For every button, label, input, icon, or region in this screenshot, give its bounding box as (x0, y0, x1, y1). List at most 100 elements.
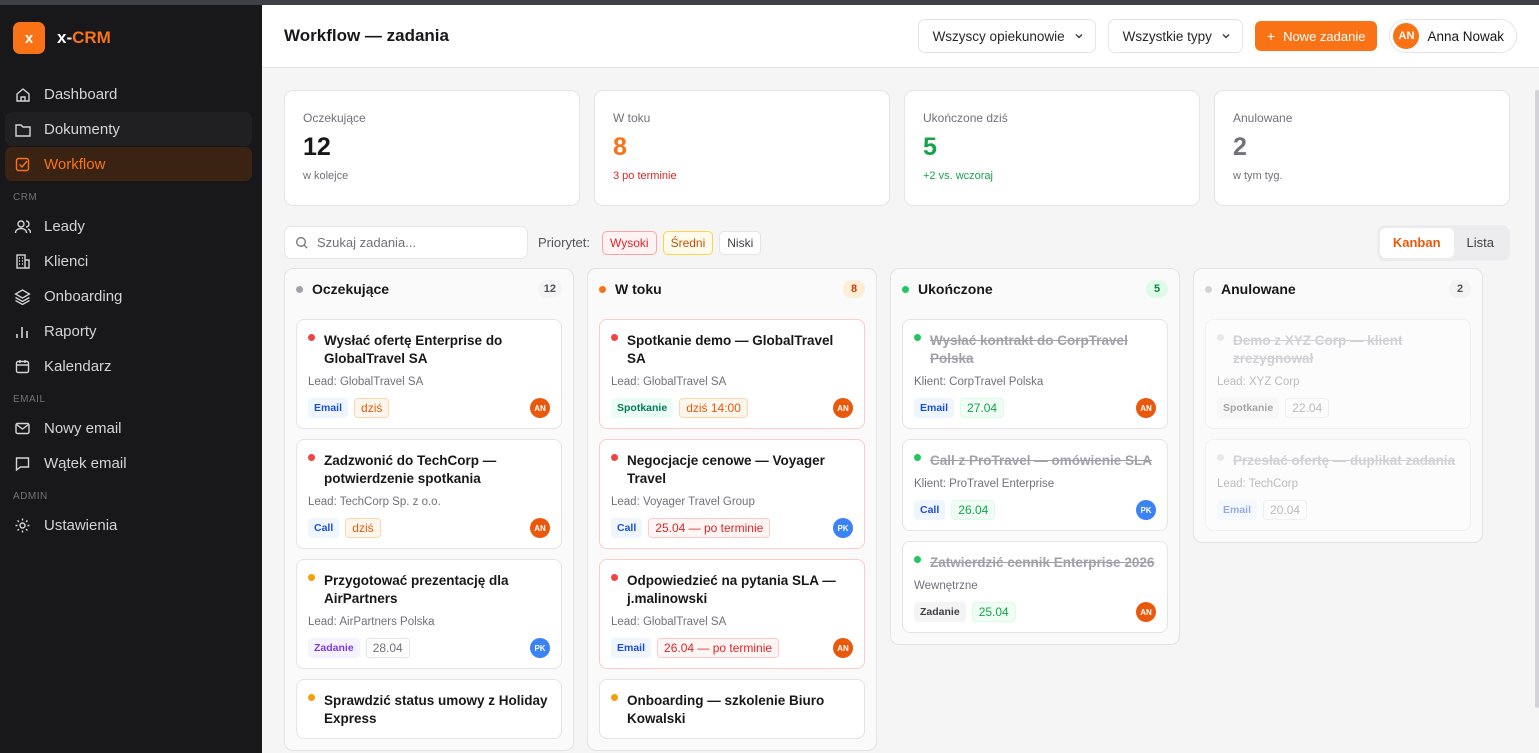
task-due-date: 27.04 (960, 398, 1005, 418)
task-card[interactable]: Spotkanie demo — GlobalTravel SA Lead: Gl… (599, 319, 865, 429)
sidebar-item-onboarding[interactable]: Onboarding (5, 279, 252, 313)
main-area: Workflow — zadania Wszyscy opiekunowie W… (262, 0, 1539, 753)
priority-dot (611, 454, 618, 461)
task-title-row: Sprawdzić status umowy z Holiday Express (308, 692, 550, 728)
priority-dot (308, 454, 315, 461)
sidebar-item-leady[interactable]: Leady (5, 209, 252, 243)
task-due-date: 26.04 (951, 500, 996, 520)
task-type-tag: Zadanie (914, 602, 966, 622)
status-dot (902, 285, 909, 293)
priority-high-chip[interactable]: Wysoki (602, 230, 657, 255)
sidebar-item-dashboard[interactable]: Dashboard (5, 77, 252, 111)
status-dot (1205, 285, 1212, 293)
assignee-avatar[interactable]: PK (833, 518, 853, 538)
task-title-row: Spotkanie demo — GlobalTravel SA (611, 332, 853, 368)
sidebar-item-klienci[interactable]: Klienci (5, 244, 252, 278)
list-view-button[interactable]: Lista (1454, 228, 1507, 258)
stat-card: Ukończone dziś 5 +2 vs. wczoraj (904, 90, 1200, 206)
task-title-row: Wysłać kontrakt do CorpTravel Polska (914, 332, 1156, 368)
sidebar-item-ustawienia[interactable]: Ustawienia (5, 508, 252, 542)
task-type-tag: Call (914, 500, 946, 520)
task-footer: Email 27.04 AN (914, 398, 1156, 418)
column-title: Oczekujące (312, 281, 390, 297)
owner-filter-select[interactable]: Wszyscy opiekunowie (917, 19, 1096, 53)
sidebar-item-nowy-email[interactable]: Nowy email (5, 411, 252, 445)
task-title-row: Wysłać ofertę Enterprise do GlobalTravel… (308, 332, 550, 368)
new-task-label: Nowe zadanie (1283, 28, 1366, 44)
task-title: Onboarding — szkolenie Biuro Kowalski (627, 693, 825, 726)
assignee-avatar[interactable]: PK (1136, 500, 1156, 520)
task-title-row: Przesłać ofertę — duplikat zadania (1217, 452, 1459, 470)
column-header: Oczekujące 12 (296, 269, 562, 309)
sidebar-item-raporty[interactable]: Raporty (5, 314, 252, 348)
task-card[interactable]: Negocjacje cenowe — Voyager Travel Lead: … (599, 439, 865, 549)
task-card[interactable]: Demo z XYZ Corp — klient zrezygnował Lead… (1205, 319, 1471, 429)
assignee-avatar[interactable]: AN (833, 398, 853, 418)
task-card[interactable]: Zadzwonić do TechCorp — potwierdzenie sp… (296, 439, 562, 549)
scrollbar[interactable] (1535, 90, 1539, 708)
task-type-tag: Spotkanie (1217, 398, 1280, 418)
task-title: Wysłać kontrakt do CorpTravel Polska (930, 333, 1128, 366)
type-filter-select[interactable]: Wszystkie typy (1107, 19, 1243, 53)
assignee-avatar[interactable]: AN (1136, 398, 1156, 418)
kanban-column: Anulowane 2 Demo z XYZ Corp — klient zrezy… (1193, 268, 1483, 543)
sidebar-item-label: Ustawienia (44, 516, 118, 534)
layers-icon (14, 288, 31, 305)
priority-label: Priorytet: (538, 235, 591, 250)
task-type-tag: Email (1217, 500, 1258, 520)
task-card[interactable]: Przesłać ofertę — duplikat zadania Lead: … (1205, 439, 1471, 531)
task-card[interactable]: Call z ProTravel — omówienie SLA Klient: … (902, 439, 1168, 531)
brand[interactable]: x x-CRM (0, 5, 262, 71)
task-card[interactable]: Wysłać kontrakt do CorpTravel Polska Klie… (902, 319, 1168, 429)
assignee-avatar[interactable]: AN (1136, 602, 1156, 622)
sidebar-item-wątek-email[interactable]: Wątek email (5, 446, 252, 480)
task-related: Lead: GlobalTravel SA (611, 376, 727, 388)
sidebar-item-label: Raporty (44, 322, 97, 340)
column-header: W toku 8 (599, 269, 865, 309)
priority-low-chip[interactable]: Niski (719, 230, 762, 255)
sidebar-item-workflow[interactable]: Workflow (5, 147, 252, 181)
sidebar-item-label: Leady (44, 217, 85, 235)
task-due-date: dziś (345, 518, 381, 538)
priority-medium-chip[interactable]: Średni (662, 230, 714, 255)
building-icon (16, 253, 30, 269)
stat-card: W toku 8 3 po terminie (594, 90, 890, 206)
sidebar-item-kalendarz[interactable]: Kalendarz (5, 349, 252, 383)
task-card[interactable]: Sprawdzić status umowy z Holiday Express (296, 679, 562, 739)
assignee-avatar[interactable]: AN (833, 638, 853, 658)
task-footer: Email 20.04 (1217, 500, 1459, 520)
priority-dot (914, 454, 921, 461)
user-menu[interactable]: AN Anna Nowak (1389, 19, 1517, 53)
assignee-avatar[interactable]: AN (530, 398, 550, 418)
home-icon (16, 87, 30, 102)
task-footer: Call dziś AN (308, 518, 550, 538)
task-type-tag: Email (308, 398, 349, 418)
task-footer: Call 26.04 PK (914, 500, 1156, 520)
search-input[interactable]: Szukaj zadania... (284, 226, 528, 259)
task-title: Wysłać ofertę Enterprise do GlobalTravel… (324, 333, 503, 366)
assignee-avatar[interactable]: PK (530, 638, 550, 658)
kanban-board: Oczekujące 12 Wysłać ofertę Enterprise do … (262, 259, 1539, 751)
task-due-date: dziś (354, 398, 390, 418)
kanban-view-button[interactable]: Kanban (1379, 227, 1454, 258)
sidebar-item-label: Workflow (44, 155, 106, 173)
filter-bar: Szukaj zadania... Priorytet: Wysoki Śred… (262, 206, 1539, 261)
task-footer: Email 26.04 — po terminie AN (611, 638, 853, 658)
column-count-badge: 12 (537, 280, 562, 298)
stat-value: 12 (303, 133, 331, 161)
sidebar-item-dokumenty[interactable]: Dokumenty (5, 112, 252, 146)
task-card[interactable]: Onboarding — szkolenie Biuro Kowalski (599, 679, 865, 739)
task-card[interactable]: Odpowiedzieć na pytania SLA — j.malinows… (599, 559, 865, 669)
task-card[interactable]: Przygotować prezentację dla AirPartners L… (296, 559, 562, 669)
task-related: Klient: CorpTravel Polska (914, 376, 1044, 388)
task-card[interactable]: Zatwierdzić cennik Enterprise 2026 Wewnęt… (902, 541, 1168, 633)
sidebar-item-label: Dashboard (44, 85, 118, 103)
new-task-button[interactable]: + Nowe zadanie (1254, 21, 1378, 51)
assignee-avatar[interactable]: AN (530, 518, 550, 538)
task-card[interactable]: Wysłać ofertę Enterprise do GlobalTravel… (296, 319, 562, 429)
brand-logo: x (13, 22, 45, 54)
task-related: Lead: TechCorp (1217, 478, 1298, 490)
stat-value: 8 (613, 133, 627, 161)
stats-row: Oczekujące 12 w kolejce W toku 8 3 po termini… (262, 68, 1539, 206)
task-related: Lead: TechCorp Sp. z o.o. (308, 496, 441, 508)
